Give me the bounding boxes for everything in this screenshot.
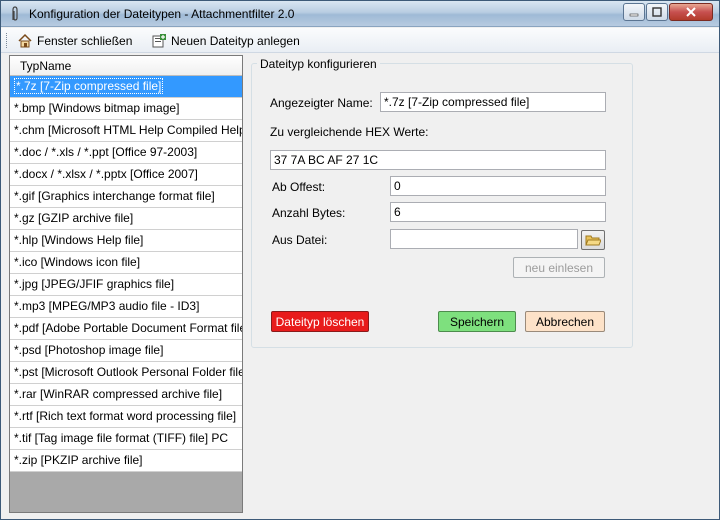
list-item-label: *.docx / *.xlsx / *.pptx [Office 2007] (14, 167, 198, 181)
list-item[interactable]: *.jpg [JPEG/JFIF graphics file] (10, 274, 242, 296)
list-item-label: *.bmp [Windows bitmap image] (14, 101, 180, 115)
list-item[interactable]: *.gif [Graphics interchange format file] (10, 186, 242, 208)
toolbar-grip[interactable] (6, 33, 9, 48)
list-item[interactable]: *.chm [Microsoft HTML Help Compiled Help… (10, 120, 242, 142)
list-item-label: *.pdf [Adobe Portable Document Format fi… (14, 321, 242, 335)
list-item-label: *.chm [Microsoft HTML Help Compiled Help… (14, 123, 242, 137)
save-button[interactable]: Speichern (438, 311, 516, 332)
list-item-label: *.rtf [Rich text format word processing … (14, 409, 237, 423)
close-button[interactable] (669, 3, 713, 21)
list-item[interactable]: *.ico [Windows icon file] (10, 252, 242, 274)
hex-values-label: Zu vergleichende HEX Werte: (270, 125, 429, 139)
bytes-count-label: Anzahl Bytes: (272, 206, 346, 220)
new-filetype-button[interactable]: Neuen Dateityp anlegen (151, 31, 300, 50)
list-item-label: *.gz [GZIP archive file] (14, 211, 134, 225)
list-item-label: *.ico [Windows icon file] (14, 255, 141, 269)
list-item-label: *.psd [Photoshop image file] (14, 343, 164, 357)
list-item[interactable]: *.rtf [Rich text format word processing … (10, 406, 242, 428)
hex-values-input[interactable]: 37 7A BC AF 27 1C (270, 150, 606, 170)
close-icon (686, 7, 696, 17)
minimize-icon (629, 13, 639, 17)
list-item[interactable]: *.hlp [Windows Help file] (10, 230, 242, 252)
list-item-label: *.doc / *.xls / *.ppt [Office 97-2003] (14, 145, 198, 159)
title-bar[interactable]: Konfiguration der Dateitypen - Attachmen… (1, 1, 719, 27)
offset-label: Ab Offest: (272, 180, 326, 194)
list-item[interactable]: *.bmp [Windows bitmap image] (10, 98, 242, 120)
new-filetype-label: Neuen Dateityp anlegen (171, 33, 300, 48)
list-item-label: *.tif [Tag image file format (TIFF) file… (14, 431, 229, 445)
list-item[interactable]: *.pdf [Adobe Portable Document Format fi… (10, 318, 242, 340)
folder-open-icon (585, 235, 601, 246)
maximize-icon (652, 7, 662, 17)
browse-button[interactable] (581, 230, 605, 250)
display-name-input[interactable]: *.7z [7-Zip compressed file] (380, 92, 606, 112)
list-item[interactable]: *.docx / *.xlsx / *.pptx [Office 2007] (10, 164, 242, 186)
list-item[interactable]: *.rar [WinRAR compressed archive file] (10, 384, 242, 406)
window-title: Konfiguration der Dateitypen - Attachmen… (29, 7, 295, 21)
from-file-input[interactable] (390, 229, 578, 249)
minimize-button[interactable] (623, 3, 645, 21)
config-group-title: Dateityp konfigurieren (257, 57, 380, 71)
list-item[interactable]: *.doc / *.xls / *.ppt [Office 97-2003] (10, 142, 242, 164)
list-item[interactable]: *.gz [GZIP archive file] (10, 208, 242, 230)
list-item-label: *.rar [WinRAR compressed archive file] (14, 387, 223, 401)
close-window-button[interactable]: Fenster schließen (17, 31, 132, 50)
paperclip-icon (12, 6, 18, 21)
list-item[interactable]: *.pst [Microsoft Outlook Personal Folder… (10, 362, 242, 384)
maximize-button[interactable] (646, 3, 668, 21)
cancel-button[interactable]: Abbrechen (525, 311, 605, 332)
close-window-label: Fenster schließen (37, 33, 133, 48)
filetype-rows: *.7z [7-Zip compressed file] *.bmp [Windo… (10, 76, 242, 472)
list-item[interactable]: *.mp3 [MPEG/MP3 audio file - ID3] (10, 296, 242, 318)
home-icon (18, 33, 32, 47)
list-item-label: *.hlp [Windows Help file] (14, 233, 144, 247)
list-item-label: *.jpg [JPEG/JFIF graphics file] (14, 277, 175, 291)
reload-button[interactable]: neu einlesen (513, 257, 605, 278)
display-name-label: Angezeigter Name: (270, 96, 373, 110)
list-item[interactable]: *.tif [Tag image file format (TIFF) file… (10, 428, 242, 450)
from-file-label: Aus Datei: (272, 233, 328, 247)
list-item-label: *.gif [Graphics interchange format file] (14, 189, 215, 203)
toolbar: Fenster schließen Neuen Dateityp anlegen (1, 28, 719, 53)
list-item[interactable]: *.7z [7-Zip compressed file] (10, 76, 242, 98)
bytes-count-input[interactable]: 6 (390, 202, 606, 222)
add-filetype-icon (152, 33, 166, 47)
list-item[interactable]: *.psd [Photoshop image file] (10, 340, 242, 362)
offset-input[interactable]: 0 (390, 176, 606, 196)
delete-filetype-button[interactable]: Dateityp löschen (271, 311, 369, 332)
filetype-list[interactable]: TypName *.7z [7-Zip compressed file] *.bm… (9, 55, 243, 513)
list-item-label: *.zip [PKZIP archive file] (14, 453, 143, 467)
list-item-label: *.mp3 [MPEG/MP3 audio file - ID3] (14, 299, 200, 313)
list-item-label: *.7z [7-Zip compressed file] (14, 78, 164, 94)
list-item[interactable]: *.zip [PKZIP archive file] (10, 450, 242, 472)
app-window: Konfiguration der Dateitypen - Attachmen… (0, 0, 720, 520)
list-item-label: *.pst [Microsoft Outlook Personal Folder… (14, 365, 242, 379)
column-header-typename[interactable]: TypName (10, 56, 242, 76)
